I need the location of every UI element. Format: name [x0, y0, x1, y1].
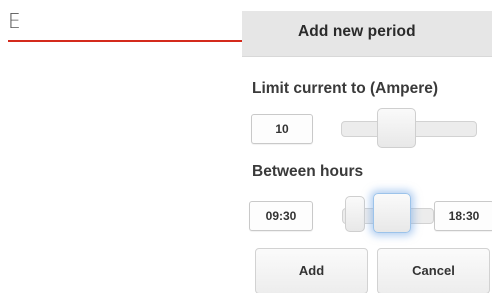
cancel-button[interactable]: Cancel [377, 248, 490, 293]
hours-start-handle[interactable] [345, 196, 365, 232]
add-button[interactable]: Add [255, 248, 368, 293]
hours-end-handle[interactable] [373, 193, 411, 233]
limit-current-label: Limit current to (Ampere) [252, 80, 439, 97]
current-slider-handle[interactable] [377, 108, 416, 148]
panel-title: Add new period [298, 23, 416, 40]
add-period-panel: Add new period Limit current to (Ampere)… [242, 0, 492, 293]
between-hours-label: Between hours [252, 163, 364, 180]
current-limit-field[interactable]: 10 [251, 114, 313, 144]
end-time-field[interactable]: 18:30 [434, 201, 492, 231]
callout-label: E [8, 9, 21, 33]
panel-header: Add new period [242, 11, 492, 57]
start-time-field[interactable]: 09:30 [249, 201, 313, 231]
